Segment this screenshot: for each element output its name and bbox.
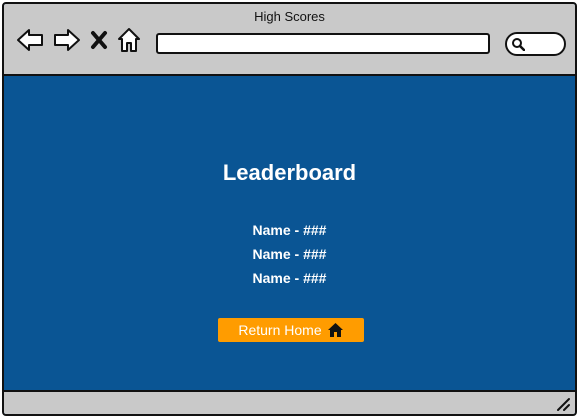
resize-grip-icon[interactable] (555, 396, 571, 412)
back-button[interactable] (15, 26, 45, 54)
page-content: Leaderboard Name - ### Name - ### Name -… (4, 76, 575, 390)
browser-window: High Scores Leaderboard Name - ### Name … (2, 2, 577, 416)
address-bar[interactable] (156, 33, 490, 54)
stop-button[interactable] (88, 26, 110, 54)
forward-button[interactable] (52, 26, 82, 54)
return-home-label: Return Home (238, 322, 322, 338)
return-home-button[interactable]: Return Home (218, 318, 364, 342)
browser-toolbar: High Scores (4, 4, 575, 76)
status-bar (4, 390, 575, 414)
window-title: High Scores (254, 9, 325, 24)
score-entry: Name - ### (252, 270, 327, 286)
search-field[interactable] (505, 32, 566, 56)
score-entry: Name - ### (252, 246, 327, 262)
home-button[interactable] (116, 26, 142, 54)
arrow-right-icon (54, 29, 80, 51)
search-icon (512, 38, 525, 51)
arrow-left-icon (17, 29, 43, 51)
score-entry: Name - ### (252, 222, 327, 238)
score-list: Name - ### Name - ### Name - ### (4, 218, 575, 290)
page-title: Leaderboard (222, 160, 357, 185)
home-icon (327, 323, 343, 337)
close-icon (91, 31, 107, 49)
home-icon (118, 28, 140, 52)
